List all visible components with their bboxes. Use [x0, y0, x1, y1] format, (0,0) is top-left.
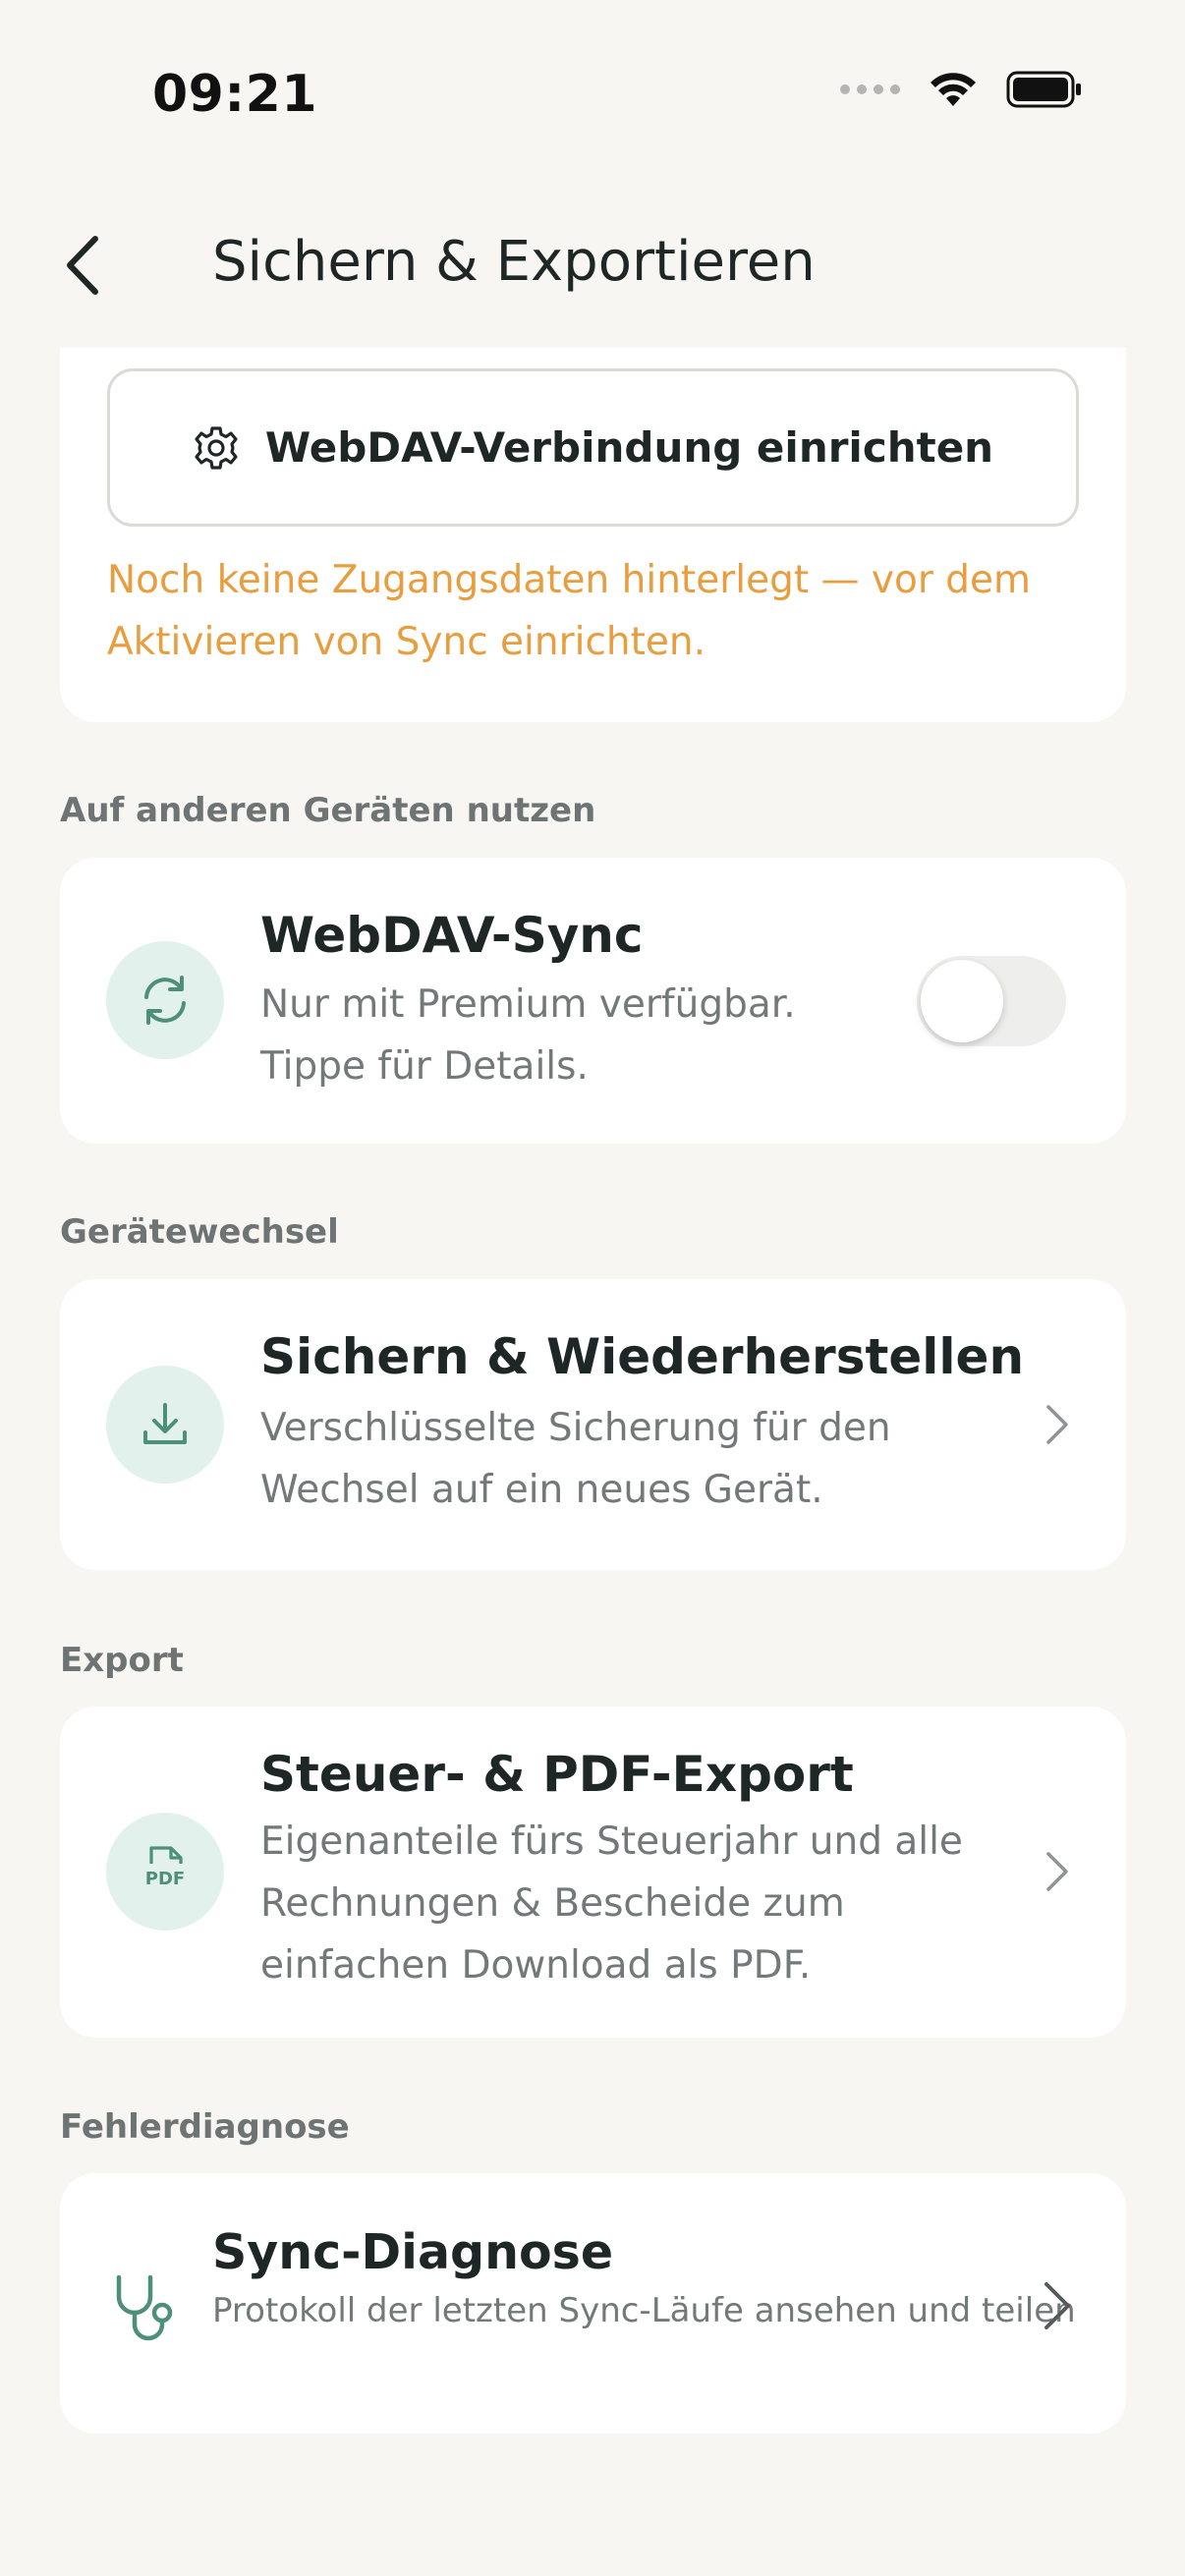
- pdf-icon-circle: PDF: [106, 1813, 224, 1931]
- sync-title: WebDAV-Sync: [260, 907, 644, 964]
- diagnosis-title: Sync-Diagnose: [212, 2224, 614, 2280]
- chevron-right-icon: [1044, 2282, 1070, 2329]
- gear-icon: [195, 425, 238, 470]
- tax-pdf-export-card[interactable]: PDF Steuer- & PDF-Export Eigenanteile fü…: [60, 1707, 1126, 2038]
- chevron-right-icon: [1046, 1852, 1068, 1891]
- status-time: 09:21: [152, 65, 318, 124]
- section-label-diagnostics: Fehlerdiagnose: [60, 2107, 350, 2147]
- diagnosis-subtitle: Protokoll der letzten Sync-Läufe ansehen…: [212, 2291, 1076, 2330]
- webdav-sync-card[interactable]: WebDAV-Sync Nur mit Premium verfügbar. T…: [60, 858, 1126, 1144]
- section-label-export: Export: [60, 1641, 184, 1680]
- sync-icon-circle: [106, 941, 224, 1059]
- webdav-setup-button[interactable]: WebDAV-Verbindung einrichten: [107, 368, 1079, 527]
- backup-restore-card[interactable]: Sichern & Wiederherstellen Verschlüsselt…: [60, 1279, 1126, 1570]
- screen: 09:21 Sichern & Exportieren WebDAV-Verbi…: [0, 0, 1185, 2576]
- section-label-device-change: Gerätewechsel: [60, 1212, 339, 1252]
- backup-subtitle: Verschlüsselte Sicherung für den Wechsel…: [260, 1406, 891, 1512]
- credentials-warning: Noch keine Zugangsdaten hinterlegt — vor…: [107, 558, 1032, 664]
- download-icon: [143, 1403, 187, 1444]
- webdav-setup-card: WebDAV-Verbindung einrichten Noch keine …: [60, 348, 1126, 722]
- sync-icon: [144, 976, 186, 1025]
- sync-diagnosis-card[interactable]: Sync-Diagnose Protokoll der letzten Sync…: [60, 2173, 1126, 2434]
- tax-export-subtitle: Eigenanteile fürs Steuerjahr und alle Re…: [260, 1820, 963, 1988]
- diagnosis-chevron: [1038, 2276, 1077, 2335]
- download-icon-circle: [106, 1366, 224, 1484]
- tax-export-chevron: [1038, 1842, 1077, 1901]
- webdav-setup-button-label: WebDAV-Verbindung einrichten: [264, 423, 994, 472]
- backup-chevron: [1038, 1395, 1077, 1454]
- back-button[interactable]: [54, 221, 113, 309]
- section-label-other-devices: Auf anderen Geräten nutzen: [60, 791, 596, 830]
- chevron-left-icon: [67, 236, 98, 295]
- stethoscope-icon: [116, 2274, 173, 2341]
- cellular-signal-icon: [840, 84, 900, 94]
- pdf-file-icon: PDF: [145, 1846, 185, 1889]
- tax-export-title: Steuer- & PDF-Export: [260, 1746, 854, 1803]
- battery-icon: [1006, 71, 1081, 108]
- wifi-icon: [931, 73, 976, 106]
- status-icons: [840, 71, 1083, 108]
- backup-title: Sichern & Wiederherstellen: [260, 1328, 1025, 1385]
- sync-toggle-knob: [921, 960, 1003, 1042]
- sync-toggle[interactable]: [917, 956, 1066, 1046]
- sync-subtitle: Nur mit Premium verfügbar. Tippe für Det…: [260, 982, 796, 1089]
- chevron-right-icon: [1046, 1405, 1068, 1444]
- page-title: Sichern & Exportieren: [212, 230, 816, 294]
- pdf-icon-text: PDF: [145, 1869, 185, 1889]
